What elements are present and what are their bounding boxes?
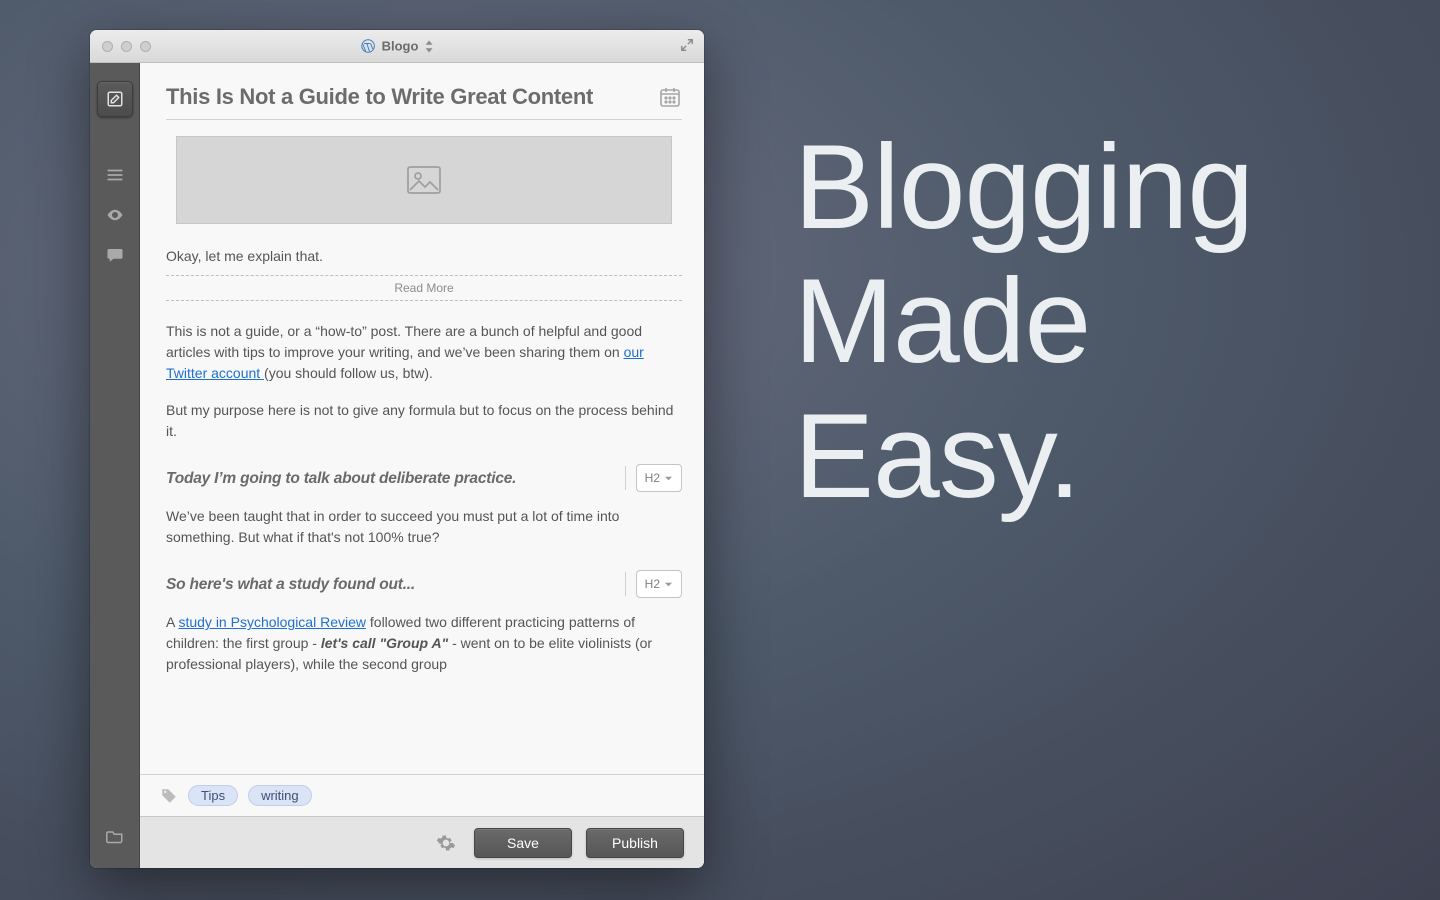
tag-icon — [160, 787, 178, 805]
heading-level-select[interactable]: H2 — [636, 570, 682, 598]
marketing-tagline: Blogging Made Easy. — [794, 120, 1253, 523]
zoom-dot[interactable] — [140, 41, 151, 52]
tags-row[interactable]: Tips writing — [140, 774, 704, 816]
close-dot[interactable] — [102, 41, 113, 52]
comments-button[interactable] — [97, 237, 133, 273]
publish-button[interactable]: Publish — [586, 828, 684, 858]
preview-button[interactable] — [97, 197, 133, 233]
paragraph: But my purpose here is not to give any f… — [166, 400, 682, 442]
tagline-line: Blogging — [794, 120, 1253, 254]
compose-button[interactable] — [97, 81, 133, 117]
tagline-line: Easy. — [794, 389, 1253, 523]
paragraph: This is not a guide, or a “how-to” post.… — [166, 321, 682, 384]
settings-button[interactable] — [436, 833, 456, 853]
app-window: Blogo — [90, 30, 704, 868]
blog-switcher[interactable]: Blogo — [361, 39, 434, 54]
editor-area: This Is Not a Guide to Write Great Conte… — [140, 63, 704, 868]
updown-icon — [424, 40, 433, 52]
window-traffic-lights[interactable] — [102, 41, 151, 52]
study-link[interactable]: study in Psychological Review — [178, 614, 366, 630]
sidebar — [90, 63, 140, 868]
heading-level-select[interactable]: H2 — [636, 464, 682, 492]
intro-line: Okay, let me explain that. — [166, 246, 682, 267]
schedule-button[interactable] — [658, 85, 682, 109]
heading: Today I’m going to talk about deliberate… — [166, 467, 615, 490]
read-more-divider[interactable]: Read More — [166, 273, 682, 303]
minimize-dot[interactable] — [121, 41, 132, 52]
expand-icon[interactable] — [680, 38, 694, 52]
window-title: Blogo — [382, 39, 419, 54]
wordpress-icon — [361, 39, 376, 54]
tag-pill[interactable]: Tips — [188, 785, 238, 806]
tagline-line: Made — [794, 254, 1253, 388]
heading: So here's what a study found out... — [166, 573, 615, 596]
posts-list-button[interactable] — [97, 157, 133, 193]
paragraph: We’ve been taught that in order to succe… — [166, 506, 682, 548]
drafts-folder-button[interactable] — [97, 818, 133, 854]
save-button[interactable]: Save — [474, 828, 572, 858]
tag-pill[interactable]: writing — [248, 785, 312, 806]
editor-footer: Save Publish — [140, 816, 704, 868]
paragraph: A study in Psychological Review followed… — [166, 612, 682, 675]
read-more-label: Read More — [394, 279, 453, 297]
post-body[interactable]: Okay, let me explain that. Read More Thi… — [140, 120, 704, 774]
post-title[interactable]: This Is Not a Guide to Write Great Conte… — [166, 85, 648, 109]
featured-image-placeholder[interactable] — [176, 136, 672, 224]
titlebar: Blogo — [90, 30, 704, 63]
